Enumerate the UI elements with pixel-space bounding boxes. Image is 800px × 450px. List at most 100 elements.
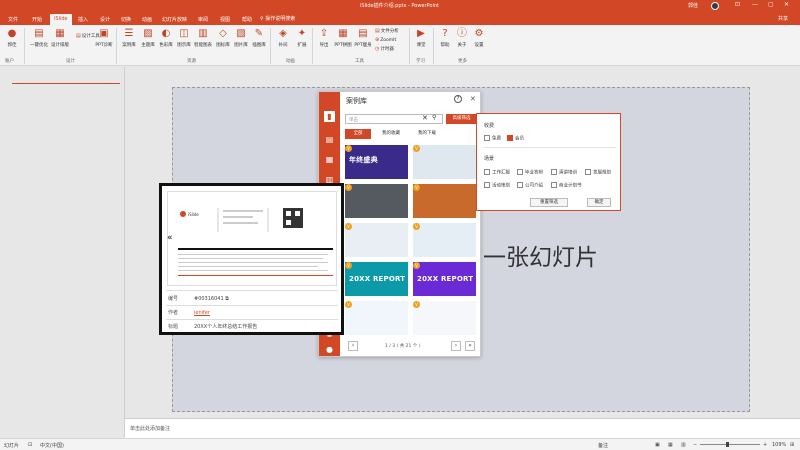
tab-home[interactable]: 开始 — [28, 14, 46, 25]
scene-checkbox[interactable]: 公司介绍 — [517, 182, 543, 189]
case-card[interactable]: V — [413, 145, 476, 179]
advanced-filter-button[interactable]: 高级筛选 — [446, 114, 477, 124]
help-icon[interactable]: ? — [454, 95, 462, 103]
classroom-button[interactable]: ▶ 课堂 — [411, 28, 431, 48]
tab-all[interactable]: 全部 — [345, 129, 371, 139]
clear-icon[interactable]: ✕ — [422, 114, 428, 122]
image-icon: ▧ — [236, 28, 246, 39]
one-click-optimize-button[interactable]: ▤ 一键优化 — [29, 28, 49, 48]
maximize-icon[interactable]: ▢ — [768, 1, 774, 8]
theme-nav-icon[interactable]: ▤ — [324, 134, 335, 145]
notes-toggle[interactable]: 备注 — [598, 442, 608, 449]
member-checkbox[interactable]: 会员 — [507, 135, 524, 142]
case-nav-icon[interactable]: ▮ — [324, 111, 335, 122]
zoom-out-icon[interactable]: − — [693, 442, 697, 448]
tween-button[interactable]: ◈ 补间 — [273, 28, 293, 48]
info-icon: ⓘ — [457, 28, 467, 39]
tab-view[interactable]: 视图 — [216, 14, 234, 25]
tab-islide[interactable]: iSlide — [50, 14, 72, 25]
notes-pane[interactable]: 单击此处添加备注 — [125, 418, 800, 438]
slide-thumbnail-pane[interactable] — [0, 67, 125, 437]
collapse-arrow-icon[interactable]: « — [167, 233, 173, 243]
export-button[interactable]: ⇪ 导出 — [314, 28, 334, 48]
case-card[interactable]: V 年终盛典 — [345, 145, 408, 179]
extend-button[interactable]: ✦ 扩展 — [292, 28, 312, 48]
case-library-button[interactable]: ☰ 案例库 — [119, 28, 139, 48]
color-library-button[interactable]: ◐ 色彩库 — [156, 28, 176, 48]
scene-checkbox[interactable]: 工作汇报 — [484, 169, 510, 176]
sorter-view-icon[interactable]: ▦ — [668, 442, 673, 448]
ppt-slim-button[interactable]: ▤ PPT瘦身 — [353, 28, 373, 48]
tab-review[interactable]: 审阅 — [194, 14, 212, 25]
scene-checkbox[interactable]: 发展规划 — [585, 169, 611, 176]
zoom-slider[interactable] — [700, 444, 760, 445]
icon-library-button[interactable]: ◇ 图标库 — [213, 28, 233, 48]
prev-page-icon[interactable]: ‹ — [348, 341, 358, 351]
fit-slide-icon[interactable]: ⊞ — [790, 442, 794, 448]
last-page-icon[interactable]: » — [465, 341, 475, 351]
zoomit-button[interactable]: ⊕ZoomIt — [375, 37, 396, 43]
timer-button[interactable]: ◷计时器 — [375, 46, 394, 52]
ppt-puzzle-button[interactable]: ▦ PPT拼图 — [333, 28, 353, 48]
settings-button[interactable]: ⚙ 设置 — [469, 28, 489, 48]
zoom-slider-handle[interactable] — [726, 442, 729, 447]
tab-insert[interactable]: 插入 — [74, 14, 92, 25]
reading-view-icon[interactable]: ▥ — [681, 442, 686, 448]
tab-favorites[interactable]: 我的收藏 — [375, 129, 407, 139]
diagram-nav-icon[interactable]: ▦ — [324, 154, 335, 165]
tell-me-search[interactable]: ⚲ 操作说明搜索 — [260, 15, 295, 22]
search-icon[interactable]: ⚲ — [432, 114, 436, 121]
theme-library-button[interactable]: ▨ 主题库 — [138, 28, 158, 48]
diagram-library-button[interactable]: ◫ 图示库 — [174, 28, 194, 48]
next-page-icon[interactable]: › — [451, 341, 461, 351]
tab-file[interactable]: 文件 — [4, 14, 22, 25]
author-link[interactable]: ienifer — [194, 310, 210, 316]
tab-animations[interactable]: 动画 — [138, 14, 156, 25]
normal-view-icon[interactable]: ▣ — [655, 442, 660, 448]
scene-checkbox[interactable]: 商业计划书 — [551, 182, 582, 189]
zoom-in-icon[interactable]: + — [763, 442, 767, 448]
ppt-diagnosis-button[interactable]: ▣ PPT诊断 — [94, 28, 114, 48]
case-card[interactable]: V — [345, 223, 408, 257]
minimize-icon[interactable]: — — [752, 1, 758, 8]
close-icon[interactable]: ✕ — [470, 95, 476, 103]
scene-checkbox[interactable]: 演讲培训 — [551, 169, 577, 176]
design-layout-button[interactable]: ▦ 设计排版 — [50, 28, 70, 48]
avatar[interactable] — [711, 2, 719, 10]
confirm-button[interactable]: 确定 — [587, 198, 611, 207]
search-input[interactable]: 单击 — [345, 114, 443, 124]
case-card[interactable]: V — [413, 223, 476, 257]
case-preview-popup: iSlide « 编号 #00316041 ⧉ 作者 ienifer 标题 20XX个… — [159, 183, 344, 335]
tab-transitions[interactable]: 切换 — [117, 14, 135, 25]
ribbon-display-icon[interactable]: ⊡ — [735, 1, 740, 8]
user-name[interactable]: 郭佳 — [688, 2, 698, 9]
tab-help[interactable]: 帮助 — [238, 14, 256, 25]
copy-icon[interactable]: ⧉ — [225, 296, 229, 302]
account-button[interactable]: ● 郭佳 — [2, 28, 22, 48]
smart-chart-button[interactable]: ▥ 智能图表 — [193, 28, 213, 48]
case-card[interactable]: V — [413, 184, 476, 218]
case-card[interactable]: V — [345, 301, 408, 335]
scene-checkbox[interactable]: 活动策划 — [484, 182, 510, 189]
scene-checkbox[interactable]: 毕业答辩 — [517, 169, 543, 176]
close-icon[interactable]: ✕ — [784, 1, 789, 8]
case-card[interactable]: V 20XX REPORT — [345, 262, 408, 296]
free-checkbox[interactable]: 免费 — [484, 135, 501, 142]
share-button[interactable]: 共享 — [778, 15, 788, 22]
case-card[interactable]: V — [413, 301, 476, 335]
reset-filter-button[interactable]: 重置筛选 — [530, 198, 568, 207]
tab-downloads[interactable]: 我的下载 — [411, 129, 443, 139]
file-analysis-button[interactable]: ▤文件分析 — [375, 28, 399, 34]
slide-title[interactable]: 一张幻灯片 — [483, 238, 598, 272]
case-card[interactable]: V 20XX REPORT — [413, 262, 476, 296]
image-library-button[interactable]: ▧ 图片库 — [231, 28, 251, 48]
case-card[interactable]: V — [345, 184, 408, 218]
accessibility-icon[interactable]: ⊡ — [28, 442, 32, 448]
illustration-library-button[interactable]: ✎ 插图库 — [249, 28, 269, 48]
tab-slideshow[interactable]: 幻灯片放映 — [158, 14, 191, 25]
theme-icon: ▨ — [143, 28, 153, 39]
case-tabs: 全部 我的收藏 我的下载 — [345, 129, 478, 139]
zoom-level[interactable]: 109% — [772, 442, 786, 448]
user-nav-icon[interactable]: ● — [324, 344, 335, 355]
tab-design[interactable]: 设计 — [96, 14, 114, 25]
